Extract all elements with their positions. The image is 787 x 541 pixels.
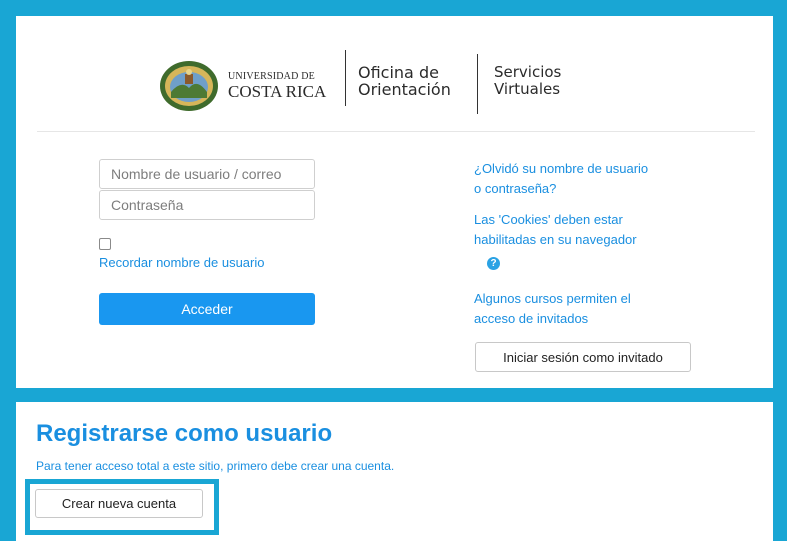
- remember-username-checkbox[interactable]: [99, 238, 111, 250]
- guest-line1: Algunos cursos permiten el: [474, 291, 631, 306]
- service-line2: Virtuales: [494, 80, 561, 98]
- username-input[interactable]: [99, 159, 315, 189]
- site-header: UNIVERSIDAD DE COSTA RICA Oficina de Ori…: [16, 50, 773, 130]
- university-line1: UNIVERSIDAD DE: [228, 71, 315, 82]
- remember-username-label[interactable]: Recordar nombre de usuario: [99, 253, 264, 273]
- service-line1: Servicios: [494, 63, 562, 81]
- login-panel: UNIVERSIDAD DE COSTA RICA Oficina de Ori…: [16, 16, 773, 388]
- university-wordmark: UNIVERSIDAD DE COSTA RICA: [228, 71, 338, 101]
- cookies-notice: Las 'Cookies' deben estar habilitadas en…: [474, 210, 637, 250]
- office-line1: Oficina de: [358, 63, 439, 82]
- forgot-line1: ¿Olvidó su nombre de usuario: [474, 161, 649, 176]
- header-divider: [345, 50, 346, 106]
- guest-login-button[interactable]: Iniciar sesión como invitado: [475, 342, 691, 372]
- header-divider: [477, 54, 478, 114]
- create-account-highlight: [25, 479, 219, 535]
- cookies-line1: Las 'Cookies' deben estar: [474, 212, 623, 227]
- office-line2: Orientación: [358, 80, 451, 99]
- university-seal-icon: [160, 61, 218, 111]
- office-title: Oficina de Orientación: [358, 64, 451, 98]
- service-title: Servicios Virtuales: [494, 64, 561, 98]
- university-line2: COSTA RICA: [228, 82, 327, 101]
- forgot-credentials-link[interactable]: ¿Olvidó su nombre de usuario o contraseñ…: [474, 159, 648, 199]
- guest-access-notice: Algunos cursos permiten el acceso de inv…: [474, 289, 631, 329]
- guest-line2: acceso de invitados: [474, 311, 589, 326]
- forgot-line2: o contraseña?: [474, 181, 557, 196]
- header-separator: [37, 131, 755, 132]
- login-button[interactable]: Acceder: [99, 293, 315, 325]
- question-circle-icon[interactable]: ?: [487, 257, 500, 270]
- signup-title: Registrarse como usuario: [36, 420, 333, 447]
- signup-description: Para tener acceso total a este sitio, pr…: [36, 459, 395, 473]
- password-input[interactable]: [99, 190, 315, 220]
- cookies-line2: habilitadas en su navegador: [474, 232, 637, 247]
